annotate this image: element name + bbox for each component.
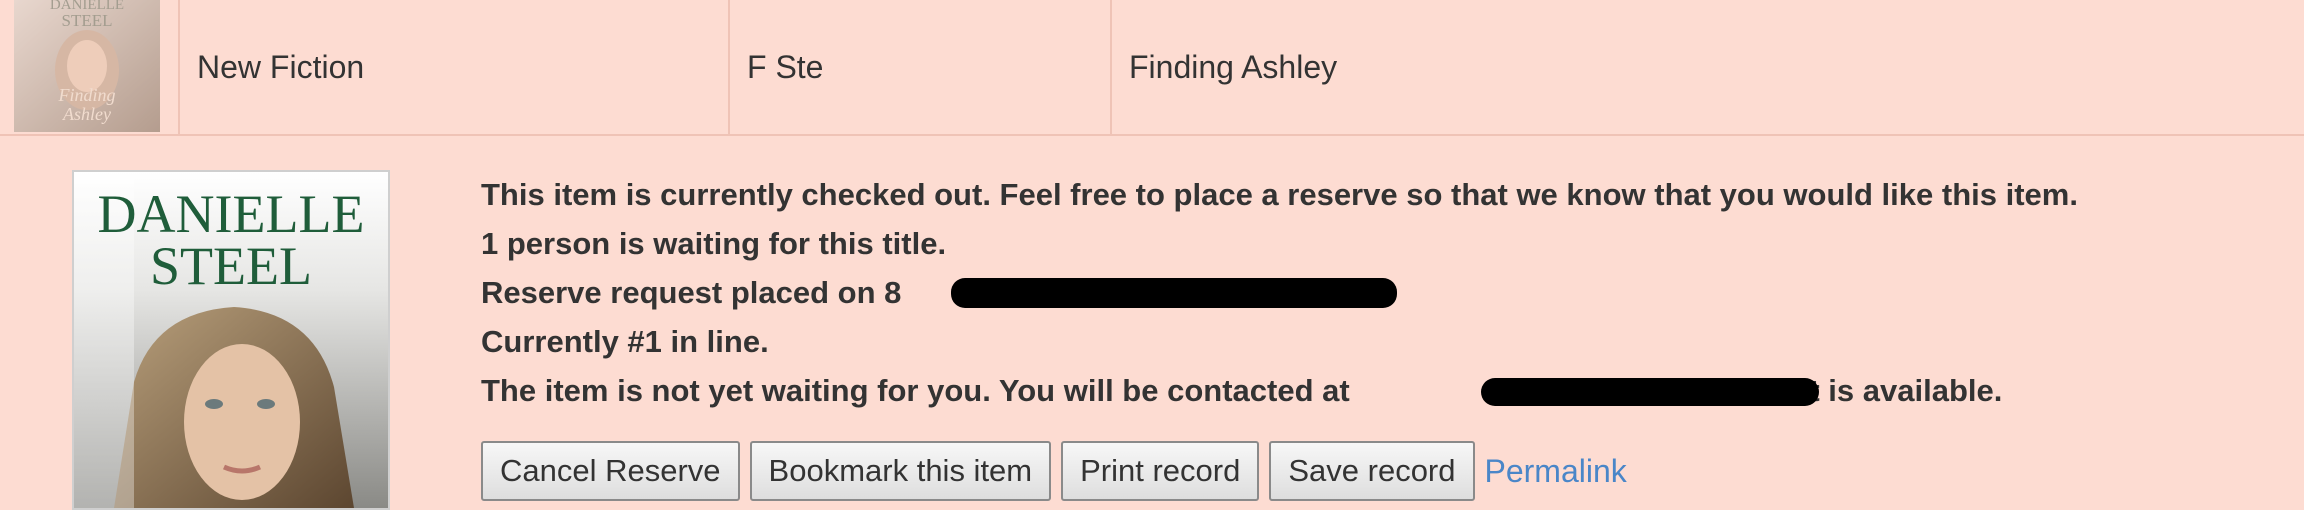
column-divider	[178, 0, 180, 134]
permalink-link[interactable]: Permalink	[1485, 453, 1627, 490]
reserve-status: This item is currently checked out. Feel…	[481, 170, 2078, 415]
availability-message: This item is currently checked out. Feel…	[481, 177, 2078, 212]
contact-line: The item is not yet waiting for you. You…	[481, 366, 2078, 415]
print-record-button[interactable]: Print record	[1061, 441, 1260, 501]
column-divider	[728, 0, 730, 134]
item-row[interactable]: DANIELLE STEEL Finding Ashley New Fictio…	[0, 0, 2304, 136]
book-cover-image: DANIELLE STEEL	[72, 170, 390, 510]
bookmark-button[interactable]: Bookmark this item	[749, 441, 1052, 501]
book-cover-thumbnail[interactable]: DANIELLE STEEL Finding Ashley	[14, 0, 160, 132]
cancel-reserve-button[interactable]: Cancel Reserve	[481, 441, 740, 501]
queue-position: Currently #1 in line.	[481, 324, 769, 359]
title-cell[interactable]: Finding Ashley	[1129, 0, 1337, 134]
reserve-date-label: Reserve request placed on 8	[481, 275, 902, 310]
redaction-bar	[1481, 378, 1819, 406]
column-divider	[1110, 0, 1112, 134]
reserve-date-line: Reserve request placed on 8	[481, 268, 2078, 317]
cover-author-line1: DANIELLE	[98, 184, 365, 244]
thumb-title-line2: Ashley	[62, 104, 111, 124]
item-actions: Cancel Reserve Bookmark this item Print …	[481, 440, 1627, 502]
thumb-author-line2: STEEL	[62, 11, 113, 30]
call-number-cell: F Ste	[747, 48, 824, 85]
save-record-button[interactable]: Save record	[1269, 441, 1475, 501]
redaction-bar	[951, 278, 1397, 308]
contact-prefix: The item is not yet waiting for you. You…	[481, 373, 1359, 408]
cover-author-line2: STEEL	[150, 236, 312, 296]
waiting-count: 1 person is waiting for this title.	[481, 226, 947, 261]
thumb-title-line1: Finding	[58, 85, 116, 105]
collection-cell: New Fiction	[197, 48, 365, 85]
